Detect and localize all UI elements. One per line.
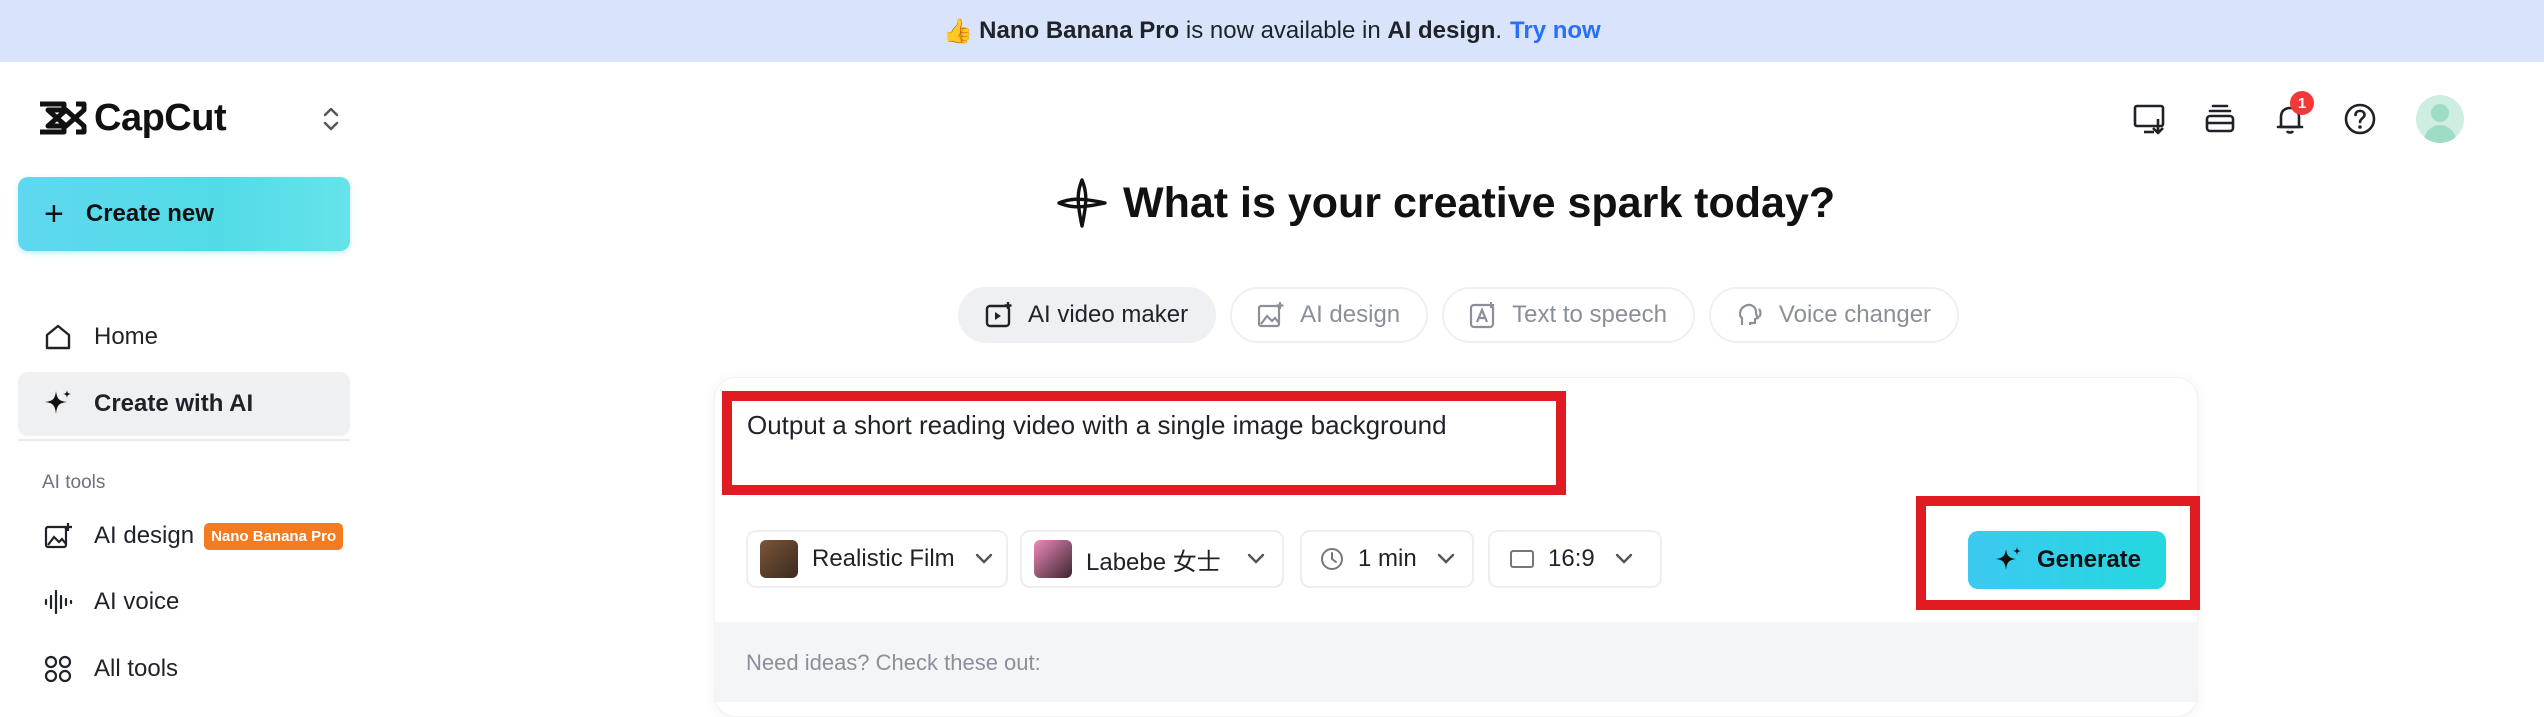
tab-label: Voice changer [1778, 301, 1932, 328]
voice-thumbnail [1034, 540, 1072, 578]
plus-icon: + [44, 195, 64, 233]
sidebar-item-label: AI voice [94, 588, 180, 615]
style-select-value: Realistic Film [812, 545, 955, 572]
voice-changer-icon [1735, 300, 1765, 330]
create-new-button[interactable]: + Create new [18, 177, 350, 251]
avatar[interactable] [2416, 95, 2464, 143]
thumbs-up-icon: 👍 [943, 17, 974, 45]
sidebar-item-label: Home [94, 323, 159, 350]
highlight-box-generate [1916, 496, 2200, 610]
tab-label: Text to speech [1512, 301, 1667, 328]
headline-text: What is your creative spark today? [1123, 178, 1836, 227]
tab-ai-design[interactable]: AI design [1230, 287, 1429, 343]
tab-label: AI design [1300, 301, 1401, 328]
clock-icon [1318, 545, 1346, 573]
avatar-body [2424, 125, 2456, 143]
banner-period: . [1495, 17, 1503, 44]
voice-select[interactable]: Labebe 女士 [1020, 530, 1284, 588]
home-icon [42, 321, 74, 353]
chevron-down-icon [975, 553, 993, 565]
section-label-ai-tools: AI tools [42, 472, 106, 493]
tab-voice-changer[interactable]: Voice changer [1708, 287, 1960, 343]
desktop-download-icon[interactable] [2126, 95, 2174, 143]
notification-bell-icon[interactable]: 1 [2266, 91, 2314, 143]
aspect-ratio-icon [1508, 545, 1536, 573]
notification-count-badge: 1 [2290, 91, 2314, 115]
duration-select-value: 1 min [1358, 545, 1417, 572]
ideas-label: Need ideas? Check these out: [746, 650, 1041, 675]
header-actions: 1 [2126, 91, 2464, 143]
banner-product: Nano Banana Pro [979, 17, 1180, 44]
highlight-box-prompt [722, 391, 1566, 495]
spark-logo-icon [1057, 178, 1107, 228]
workspace-switcher-icon[interactable] [316, 102, 346, 136]
image-edit-icon [42, 520, 74, 552]
duration-select[interactable]: 1 min [1300, 530, 1474, 588]
video-add-icon [984, 300, 1014, 330]
grid-icon [42, 653, 74, 685]
chevron-down-icon [1615, 553, 1633, 565]
tab-ai-video-maker[interactable]: AI video maker [958, 287, 1217, 343]
sidebar-item-home[interactable]: Home [18, 305, 350, 369]
creation-tabs: AI video maker AI design Text to speech … [958, 287, 1973, 343]
sidebar-item-ai-voice[interactable]: AI voice [18, 570, 350, 634]
voice-select-value: Labebe 女士 [1086, 548, 1221, 576]
waveform-icon [42, 586, 74, 618]
capcut-logo-icon [40, 101, 87, 135]
text-image-icon [1468, 300, 1498, 330]
avatar-head [2431, 104, 2449, 122]
sidebar-divider [18, 439, 350, 441]
banner-middle-text: is now available in [1179, 17, 1388, 44]
ratio-select-value: 16:9 [1548, 545, 1595, 572]
sidebar-item-all-tools[interactable]: All tools [18, 637, 350, 701]
sidebar-item-label: Create with AI [94, 390, 254, 417]
tab-label: AI video maker [1028, 301, 1189, 328]
style-thumbnail [760, 540, 798, 578]
ratio-select[interactable]: 16:9 [1488, 530, 1662, 588]
chevron-down-icon [1247, 553, 1265, 565]
logo-row[interactable]: CapCut [36, 90, 346, 146]
image-add-icon [1256, 300, 1286, 330]
help-icon[interactable] [2336, 95, 2384, 143]
sidebar: CapCut + Create new Home Create with AI … [0, 62, 368, 694]
sidebar-item-ai-design[interactable]: AI design Nano Banana Pro [18, 504, 350, 568]
try-now-link[interactable]: Try now [1510, 17, 1601, 45]
style-select[interactable]: Realistic Film [746, 530, 1008, 588]
create-new-label: Create new [85, 200, 214, 227]
logo-text: CapCut [94, 96, 227, 139]
banner-feature: AI design [1387, 17, 1496, 44]
layers-icon[interactable] [2196, 95, 2244, 143]
tab-text-to-speech[interactable]: Text to speech [1442, 287, 1695, 343]
sparkle-icon [42, 388, 74, 420]
nano-banana-pro-badge: Nano Banana Pro [204, 522, 344, 550]
page-title: What is your creative spark today? [1055, 170, 1835, 236]
sidebar-item-label: All tools [94, 655, 179, 682]
sidebar-item-label: AI design [94, 522, 195, 549]
chevron-down-icon [1437, 553, 1455, 565]
announcement-banner: 👍 Nano Banana Pro is now available in AI… [0, 0, 2544, 62]
sidebar-item-create-with-ai[interactable]: Create with AI [18, 372, 350, 436]
